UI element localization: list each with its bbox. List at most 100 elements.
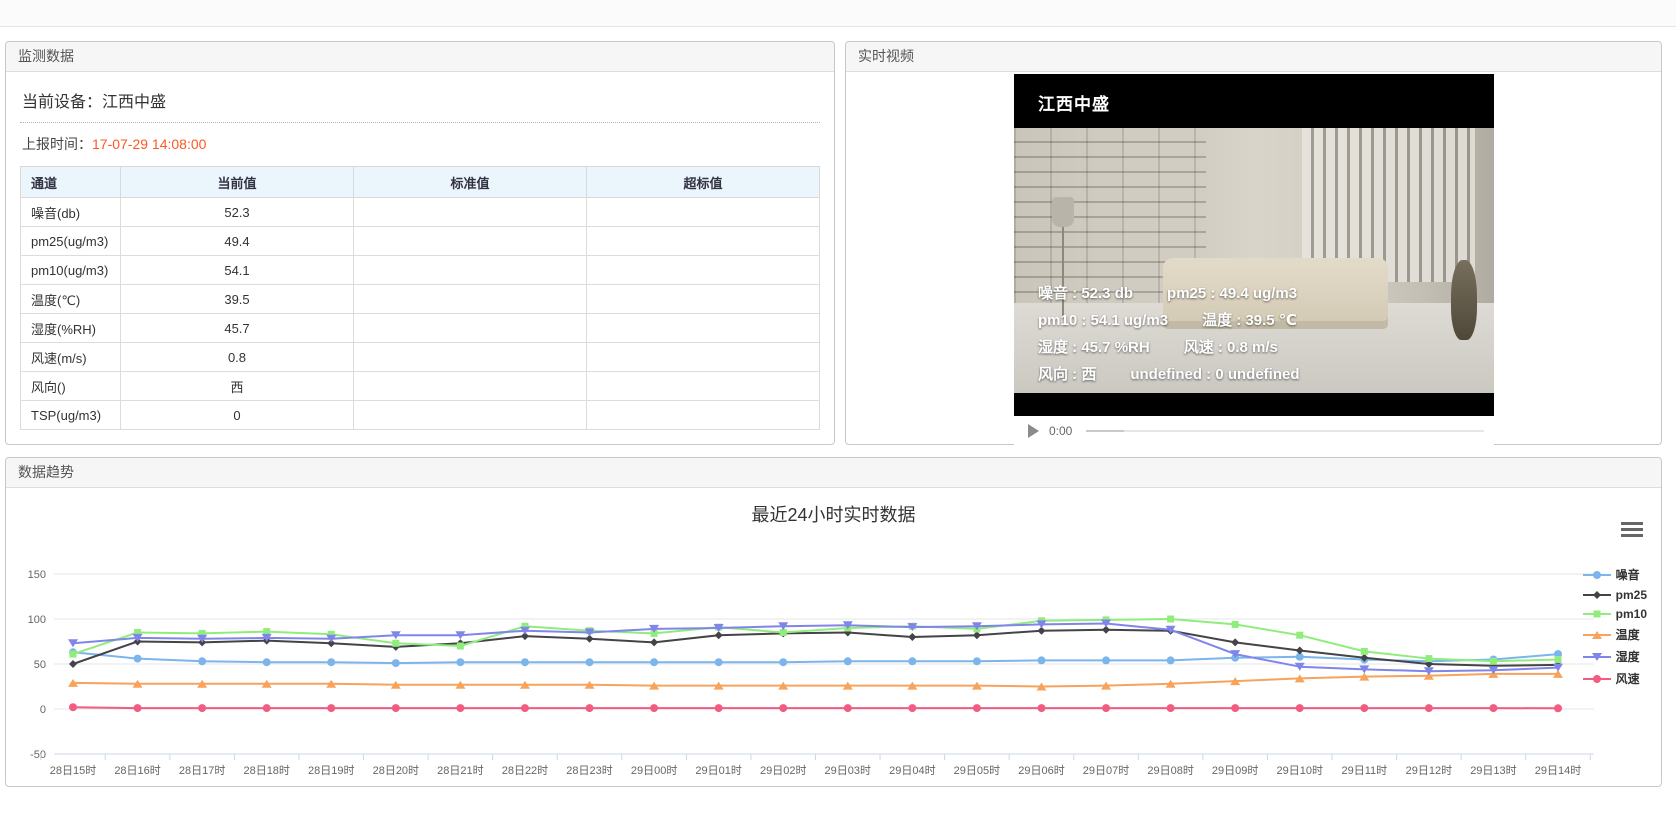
lamp-shade bbox=[1052, 197, 1074, 227]
video-panel-title: 实时视频 bbox=[846, 42, 1661, 72]
svg-text:28日20时: 28日20时 bbox=[373, 764, 419, 777]
svg-text:28日19时: 28日19时 bbox=[308, 764, 354, 777]
current-value-cell: 西 bbox=[121, 372, 354, 401]
table-row: 风向()西 bbox=[21, 372, 820, 401]
svg-text:29日04时: 29日04时 bbox=[889, 764, 935, 777]
svg-text:28日18时: 28日18时 bbox=[243, 764, 289, 777]
overlay-reading: undefined : 0 undefined bbox=[1130, 366, 1299, 383]
video-time: 0:00 bbox=[1049, 424, 1072, 438]
current-value-cell: 52.3 bbox=[121, 198, 354, 227]
table-row: 风速(m/s)0.8 bbox=[21, 343, 820, 372]
legend-item-噪音[interactable]: 噪音 bbox=[1583, 566, 1647, 583]
svg-text:29日11时: 29日11时 bbox=[1341, 764, 1387, 777]
channel-cell: TSP(ug/m3) bbox=[21, 401, 121, 430]
legend-item-风速[interactable]: 风速 bbox=[1583, 670, 1647, 687]
video-progress-bar[interactable] bbox=[1086, 430, 1484, 432]
standard-value-cell bbox=[354, 285, 587, 314]
video-caption: 江西中盛 bbox=[1038, 90, 1110, 115]
exceed-value-cell bbox=[587, 285, 820, 314]
video-screen: 江西中盛 噪音 : 52.3 db pm25 : 49.4 ug/m3 pm10 :… bbox=[1014, 74, 1494, 416]
overlay-reading: pm25 : 49.4 ug/m3 bbox=[1167, 285, 1297, 302]
channel-cell: 风向() bbox=[21, 372, 121, 401]
svg-text:29日12时: 29日12时 bbox=[1406, 764, 1452, 777]
current-value-cell: 49.4 bbox=[121, 227, 354, 256]
video-sensor-overlay: 噪音 : 52.3 db pm25 : 49.4 ug/m3 pm10 : 54.1… bbox=[1038, 280, 1300, 388]
top-bar bbox=[0, 0, 1676, 27]
exceed-value-cell bbox=[587, 227, 820, 256]
svg-text:29日09时: 29日09时 bbox=[1212, 764, 1258, 777]
overlay-reading: 风速 : 0.8 m/s bbox=[1184, 339, 1278, 356]
svg-text:29日13时: 29日13时 bbox=[1470, 764, 1516, 777]
standard-value-cell bbox=[354, 314, 587, 343]
svg-text:29日05时: 29日05时 bbox=[954, 764, 1000, 777]
legend-marker-icon bbox=[1583, 608, 1611, 620]
current-value-cell: 39.5 bbox=[121, 285, 354, 314]
svg-text:28日15时: 28日15时 bbox=[50, 764, 96, 777]
table-row: pm10(ug/m3)54.1 bbox=[21, 256, 820, 285]
current-value-cell: 45.7 bbox=[121, 314, 354, 343]
chart-legend: 噪音 pm25 pm10 温度湿度风速 bbox=[1583, 566, 1647, 692]
current-device-label: 当前设备：江西中盛 bbox=[20, 82, 820, 123]
video-overlay-line: 湿度 : 45.7 %RH 风速 : 0.8 m/s bbox=[1038, 334, 1300, 361]
current-value-cell: 0.8 bbox=[121, 343, 354, 372]
svg-text:28日17时: 28日17时 bbox=[179, 764, 225, 777]
legend-marker-icon bbox=[1583, 629, 1611, 641]
realtime-video-panel: 实时视频 江西中盛 噪音 : 52.3 db pm25 : 49.4 ug/m3 p… bbox=[845, 41, 1662, 445]
standard-value-cell bbox=[354, 198, 587, 227]
report-time-row: 上报时间：17-07-29 14:08:00 bbox=[20, 123, 820, 166]
exceed-value-cell bbox=[587, 314, 820, 343]
svg-text:100: 100 bbox=[28, 614, 46, 626]
svg-text:0: 0 bbox=[40, 704, 46, 716]
column-header: 通道 bbox=[21, 167, 121, 198]
monitor-panel-body: 当前设备：江西中盛 上报时间：17-07-29 14:08:00 通道当前值标准… bbox=[6, 72, 834, 440]
channel-cell: 温度(℃) bbox=[21, 285, 121, 314]
video-controls: 0:00 bbox=[1014, 416, 1494, 446]
standard-value-cell bbox=[354, 256, 587, 285]
report-time-value: 17-07-29 14:08:00 bbox=[92, 136, 206, 152]
report-time-label: 上报时间： bbox=[22, 136, 92, 152]
monitor-panel-title: 监测数据 bbox=[6, 42, 834, 72]
channel-cell: pm25(ug/m3) bbox=[21, 227, 121, 256]
overlay-reading: 湿度 : 45.7 %RH bbox=[1038, 339, 1150, 356]
svg-text:29日01时: 29日01时 bbox=[695, 764, 741, 777]
exceed-value-cell bbox=[587, 343, 820, 372]
legend-label: 风速 bbox=[1616, 670, 1640, 687]
legend-label: 湿度 bbox=[1616, 648, 1640, 665]
svg-text:50: 50 bbox=[34, 659, 46, 671]
current-value-cell: 54.1 bbox=[121, 256, 354, 285]
exceed-value-cell bbox=[587, 256, 820, 285]
monitor-data-panel: 监测数据 当前设备：江西中盛 上报时间：17-07-29 14:08:00 通道… bbox=[5, 41, 835, 445]
exceed-value-cell bbox=[587, 401, 820, 430]
column-header: 当前值 bbox=[121, 167, 354, 198]
play-icon[interactable] bbox=[1028, 424, 1039, 438]
channel-cell: 风速(m/s) bbox=[21, 343, 121, 372]
data-trend-panel: 数据趋势 最近24小时实时数据 150100500-5028日15时28日16时… bbox=[5, 457, 1662, 787]
overlay-reading: 噪音 : 52.3 db bbox=[1038, 285, 1133, 302]
legend-item-温度[interactable]: 温度 bbox=[1583, 626, 1647, 643]
svg-text:29日06时: 29日06时 bbox=[1018, 764, 1064, 777]
legend-marker-icon bbox=[1583, 673, 1611, 685]
trend-line-chart: 150100500-5028日15时28日16时28日17时28日18时28日1… bbox=[6, 538, 1661, 786]
video-overlay-line: pm10 : 54.1 ug/m3 温度 : 39.5 ℃ bbox=[1038, 307, 1300, 334]
legend-label: 温度 bbox=[1616, 626, 1640, 643]
svg-text:28日16时: 28日16时 bbox=[114, 764, 160, 777]
video-player: 江西中盛 噪音 : 52.3 db pm25 : 49.4 ug/m3 pm10 :… bbox=[1014, 74, 1494, 446]
chart-container: 最近24小时实时数据 150100500-5028日15时28日16时28日17… bbox=[6, 488, 1661, 786]
overlay-reading: pm10 : 54.1 ug/m3 bbox=[1038, 312, 1168, 329]
legend-item-湿度[interactable]: 湿度 bbox=[1583, 648, 1647, 665]
legend-item-pm10[interactable]: pm10 bbox=[1583, 607, 1647, 621]
overlay-reading: 温度 : 39.5 ℃ bbox=[1202, 312, 1297, 329]
table-row: 湿度(%RH)45.7 bbox=[21, 314, 820, 343]
legend-marker-icon bbox=[1583, 569, 1611, 581]
standard-value-cell bbox=[354, 401, 587, 430]
exceed-value-cell bbox=[587, 198, 820, 227]
legend-item-pm25[interactable]: pm25 bbox=[1583, 588, 1647, 602]
video-overlay-line: 噪音 : 52.3 db pm25 : 49.4 ug/m3 bbox=[1038, 280, 1300, 307]
svg-text:29日02时: 29日02时 bbox=[760, 764, 806, 777]
legend-marker-icon bbox=[1583, 589, 1611, 601]
svg-text:150: 150 bbox=[28, 569, 46, 581]
legend-marker-icon bbox=[1583, 651, 1611, 663]
svg-text:29日07时: 29日07时 bbox=[1083, 764, 1129, 777]
legend-label: 噪音 bbox=[1616, 566, 1640, 583]
column-header: 超标值 bbox=[587, 167, 820, 198]
